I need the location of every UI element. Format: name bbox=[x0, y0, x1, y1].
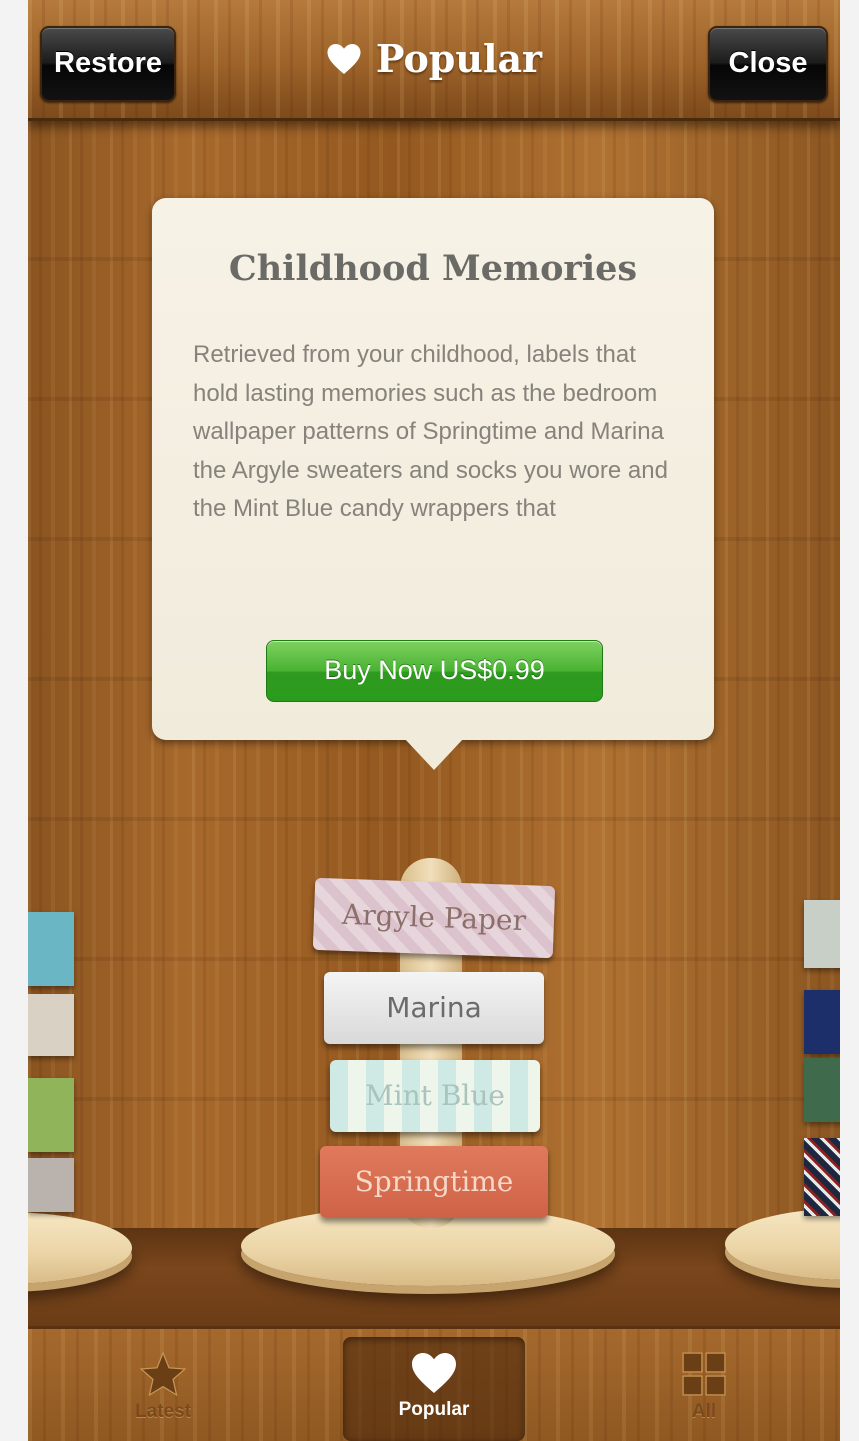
right-label-chip[interactable] bbox=[804, 1138, 840, 1216]
tab-popular[interactable]: Popular bbox=[343, 1337, 525, 1441]
label-mint-blue[interactable]: Mint Blue bbox=[330, 1060, 540, 1132]
product-description: Retrieved from your childhood, labels th… bbox=[193, 341, 668, 522]
left-label-chip[interactable] bbox=[28, 912, 74, 986]
navigation-bar: Restore Popular Close bbox=[28, 0, 840, 121]
tab-latest[interactable]: Latest bbox=[72, 1337, 254, 1441]
tab-latest-label: Latest bbox=[135, 1401, 191, 1422]
phone-screen: Restore Popular Close Childhood Memories… bbox=[28, 0, 840, 1441]
right-label-chip[interactable] bbox=[804, 1058, 840, 1122]
label-argyle-paper[interactable]: Argyle Paper bbox=[312, 877, 556, 959]
buy-now-button[interactable]: Buy Now US$0.99 bbox=[266, 640, 603, 702]
right-label-chip[interactable] bbox=[804, 990, 840, 1054]
product-popover: Childhood Memories Retrieved from your c… bbox=[152, 198, 714, 770]
star-icon bbox=[139, 1351, 187, 1397]
tab-all[interactable]: All bbox=[613, 1337, 795, 1441]
tab-all-label: All bbox=[691, 1401, 717, 1422]
tab-bar: Latest Popular All bbox=[28, 1326, 840, 1441]
product-title: Childhood Memories bbox=[228, 248, 638, 289]
left-label-chip[interactable] bbox=[28, 994, 74, 1056]
label-marina[interactable]: Marina bbox=[324, 972, 544, 1044]
heart-icon bbox=[327, 44, 361, 74]
tab-popular-label: Popular bbox=[398, 1399, 470, 1420]
right-label-chip[interactable] bbox=[804, 900, 840, 968]
page-title-text: Popular bbox=[375, 36, 543, 81]
left-label-chip[interactable] bbox=[28, 1158, 74, 1212]
close-button[interactable]: Close bbox=[708, 26, 828, 102]
grid-icon bbox=[682, 1352, 726, 1396]
label-springtime[interactable]: Springtime bbox=[320, 1146, 548, 1218]
heart-icon bbox=[412, 1353, 456, 1393]
left-label-chip[interactable] bbox=[28, 1078, 74, 1152]
